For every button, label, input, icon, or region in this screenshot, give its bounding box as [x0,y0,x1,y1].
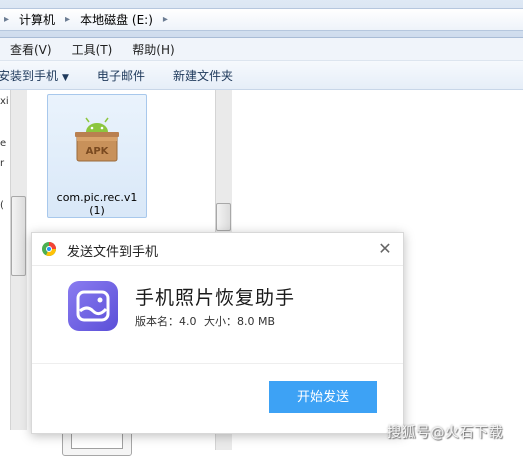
app-name: 手机照片恢复助手 [135,287,296,309]
breadcrumb[interactable]: ▸ 计算机 ▸ 本地磁盘 (E:) ▸ [0,8,523,31]
file-list-scrollbar-thumb[interactable] [216,203,231,231]
app-meta: 版本名：4.0 大小：8.0 MB [135,313,279,329]
address-bar: ▸ 计算机 ▸ 本地磁盘 (E:) ▸ [0,0,523,38]
nav-item-fragment[interactable]: ( [0,200,10,211]
dialog-divider [32,363,403,364]
start-send-button[interactable]: 开始发送 [269,381,377,413]
install-to-phone-label: 安装到手机 [0,68,59,83]
menu-tools[interactable]: 工具(T) [62,41,123,58]
app-logo-icon [42,242,56,256]
breadcrumb-local-disk[interactable]: 本地磁盘 (E:) [74,11,159,28]
nav-item-fragment[interactable]: xi [0,96,10,107]
app-size: 大小：8.0 MB [204,315,276,328]
apk-icon: APK [75,117,119,162]
file-name: com.pic.rec.v1 (1) [56,191,138,217]
file-item-apk[interactable]: APK com.pic.rec.v1 (1) [47,94,147,218]
chevron-right-icon: ▸ [65,14,71,25]
chevron-right-icon: ▸ [4,14,10,25]
command-bar: 安装到手机 ▼ 电子邮件 新建文件夹 [0,61,523,90]
app-version: 版本名：4.0 [135,315,197,328]
dialog-header: 发送文件到手机 ✕ [32,233,403,266]
chevron-right-icon: ▸ [162,14,168,25]
photo-recovery-app-icon [68,281,118,331]
install-to-phone-button[interactable]: 安装到手机 ▼ [0,67,83,84]
apk-icon-label: APK [86,146,110,157]
dialog-title: 发送文件到手机 [67,245,159,260]
nav-item-fragment[interactable]: r [0,158,10,169]
chevron-down-icon: ▼ [62,72,69,83]
menu-help[interactable]: 帮助(H) [122,41,184,58]
watermark: 搜狐号@火石下载 [387,425,503,441]
breadcrumb-computer[interactable]: 计算机 [13,11,61,28]
nav-scrollbar-thumb[interactable] [11,196,26,276]
close-icon[interactable]: ✕ [375,239,395,259]
new-folder-button[interactable]: 新建文件夹 [159,67,247,84]
nav-item-fragment[interactable]: e [0,138,10,149]
send-to-phone-dialog: 发送文件到手机 ✕ 手机照片恢复助手 版本名：4.0 大小：8.0 MB 开始发… [31,232,404,434]
menu-view[interactable]: 查看(V) [0,41,62,58]
email-button[interactable]: 电子邮件 [83,67,159,84]
menu-bar: 查看(V) 工具(T) 帮助(H) [0,38,523,61]
